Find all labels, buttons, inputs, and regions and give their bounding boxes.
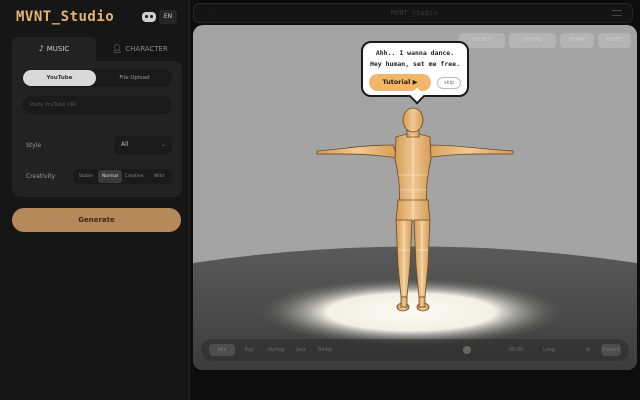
menu-icon[interactable] — [612, 10, 622, 16]
loop-button[interactable]: Loop — [537, 344, 561, 356]
left-ankle — [400, 296, 408, 308]
toolbar-reset-button[interactable]: RESET — [598, 33, 631, 48]
tutorial-button[interactable]: Tutorial ▶ — [369, 74, 431, 91]
creativity-stable[interactable]: Stable — [74, 170, 98, 183]
time-readout: 00:00 — [508, 347, 524, 353]
head — [402, 107, 424, 133]
generate-button[interactable]: Generate — [12, 208, 181, 232]
tab-character-label: CHARACTER — [125, 45, 168, 53]
toolbar-upload-button[interactable]: UPLOAD — [509, 33, 556, 48]
creativity-segmented: Stable Normal Creative Wild — [73, 169, 172, 184]
bubble-line-2: Hey human, set me free. — [369, 60, 460, 68]
creativity-creative[interactable]: Creative — [122, 170, 146, 183]
motion-jazz[interactable]: Jazz — [291, 344, 311, 356]
style-label: Style — [26, 142, 42, 149]
bubble-line-1: Ahh.. I wanna dance. — [375, 49, 455, 57]
discord-icon[interactable] — [142, 12, 156, 22]
motion-pop[interactable]: Pop — [239, 344, 259, 356]
creativity-normal[interactable]: Normal — [98, 170, 122, 183]
record-dot-icon[interactable] — [463, 346, 471, 354]
left-panel: MVNT_Studio EN ♪ MUSIC 👤︎ CHARACTER YouTub… — [0, 0, 190, 400]
app-root: MVNT_Studio EN ♪ MUSIC 👤︎ CHARACTER YouTub… — [0, 0, 640, 400]
left-arm — [316, 144, 399, 159]
right-ankle — [418, 296, 426, 308]
tab-music[interactable]: ♪ MUSIC — [12, 37, 96, 61]
source-file-upload-button[interactable]: File Upload — [98, 70, 171, 86]
source-youtube-button[interactable]: YouTube — [23, 70, 96, 86]
style-select[interactable]: All ⌄ — [114, 136, 172, 154]
playback-bar: Idle Pop Hiphop Jazz Ballet 00:00 Loop ⚙… — [201, 339, 629, 361]
chevron-down-icon: ⌄ — [160, 141, 166, 148]
export-button[interactable]: Export — [601, 344, 621, 356]
music-settings-card: YouTube File Upload Paste YouTube URL St… — [12, 61, 182, 197]
youtube-url-input[interactable]: Paste YouTube URL — [22, 96, 172, 114]
motion-ballet[interactable]: Ballet — [313, 344, 337, 356]
top-bar: ··· MVNT_Studio — [193, 3, 633, 23]
skip-button[interactable]: skip — [437, 77, 461, 89]
spotlight — [259, 278, 563, 346]
tab-music-label: MUSIC — [46, 45, 70, 53]
motion-idle[interactable]: Idle — [209, 344, 235, 356]
brand-logo: MVNT_Studio — [16, 9, 115, 25]
language-button[interactable]: EN — [159, 10, 177, 24]
speech-bubble: Ahh.. I wanna dance. Hey human, set me f… — [361, 41, 469, 97]
viewport-stage[interactable]: SELECT UPLOAD SHARE RESET Ahh.. I wanna … — [193, 25, 637, 370]
right-arm — [423, 144, 514, 159]
panel-tabs: ♪ MUSIC 👤︎ CHARACTER — [12, 37, 182, 61]
settings-icon[interactable]: ⚙ — [581, 344, 595, 356]
style-select-value: All — [121, 141, 129, 148]
motion-hiphop[interactable]: Hiphop — [263, 344, 289, 356]
person-icon: 👤︎ — [112, 44, 123, 53]
tab-character[interactable]: 👤︎ CHARACTER — [98, 37, 182, 61]
source-toggle: YouTube File Upload — [22, 69, 172, 87]
window-title: MVNT_Studio — [390, 9, 438, 17]
toolbar-share-button[interactable]: SHARE — [560, 33, 594, 48]
music-note-icon: ♪ — [38, 44, 44, 53]
creativity-label: Creativity — [26, 173, 56, 180]
creativity-wild[interactable]: Wild — [147, 170, 171, 183]
